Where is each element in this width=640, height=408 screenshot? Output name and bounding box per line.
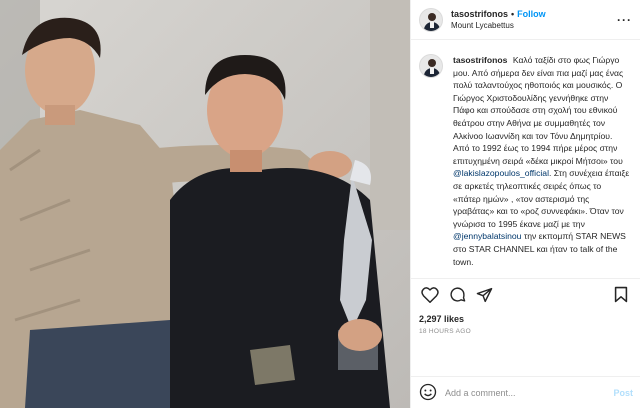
header-text: tasostrifonos • Follow Mount Lycabettus — [451, 8, 546, 32]
mention-link[interactable]: @lakislazopoulos_official — [453, 168, 549, 178]
header-username[interactable]: tasostrifonos — [451, 9, 508, 19]
caption-area: tasostrifonos Καλό ταξίδι στο φως Γιώργο… — [411, 40, 640, 278]
photo-image — [0, 0, 410, 408]
caption-part-1: Καλό ταξίδι στο φως Γιώργο μου. Από σήμε… — [453, 55, 624, 166]
follow-button[interactable]: Follow — [517, 9, 546, 19]
heart-icon[interactable] — [419, 284, 441, 306]
share-icon[interactable] — [473, 284, 495, 306]
action-bar — [411, 278, 640, 310]
post-header: tasostrifonos • Follow Mount Lycabettus ··… — [411, 0, 640, 40]
post-photo[interactable] — [0, 0, 410, 408]
comment-icon[interactable] — [446, 284, 468, 306]
caption-avatar[interactable] — [419, 54, 443, 78]
location-link[interactable]: Mount Lycabettus — [451, 20, 546, 32]
post-button[interactable]: Post — [613, 388, 633, 398]
caption-text: tasostrifonos Καλό ταξίδι στο φως Γιώργο… — [453, 54, 630, 278]
comment-box: Post — [411, 376, 640, 408]
mention-link[interactable]: @jennybalatsinou — [453, 231, 521, 241]
smiley-icon[interactable] — [419, 383, 437, 403]
post-side-panel: tasostrifonos • Follow Mount Lycabettus ··… — [410, 0, 640, 408]
more-options-icon[interactable]: ··· — [617, 13, 632, 27]
bookmark-icon[interactable] — [610, 284, 632, 306]
post-timestamp[interactable]: 18 HOURS AGO — [411, 324, 640, 335]
avatar[interactable] — [419, 7, 443, 32]
likes-count[interactable]: 2,297 likes — [411, 310, 640, 324]
caption-username[interactable]: tasostrifonos — [453, 55, 507, 65]
separator-dot: • — [511, 8, 515, 19]
comment-input[interactable] — [445, 387, 614, 398]
